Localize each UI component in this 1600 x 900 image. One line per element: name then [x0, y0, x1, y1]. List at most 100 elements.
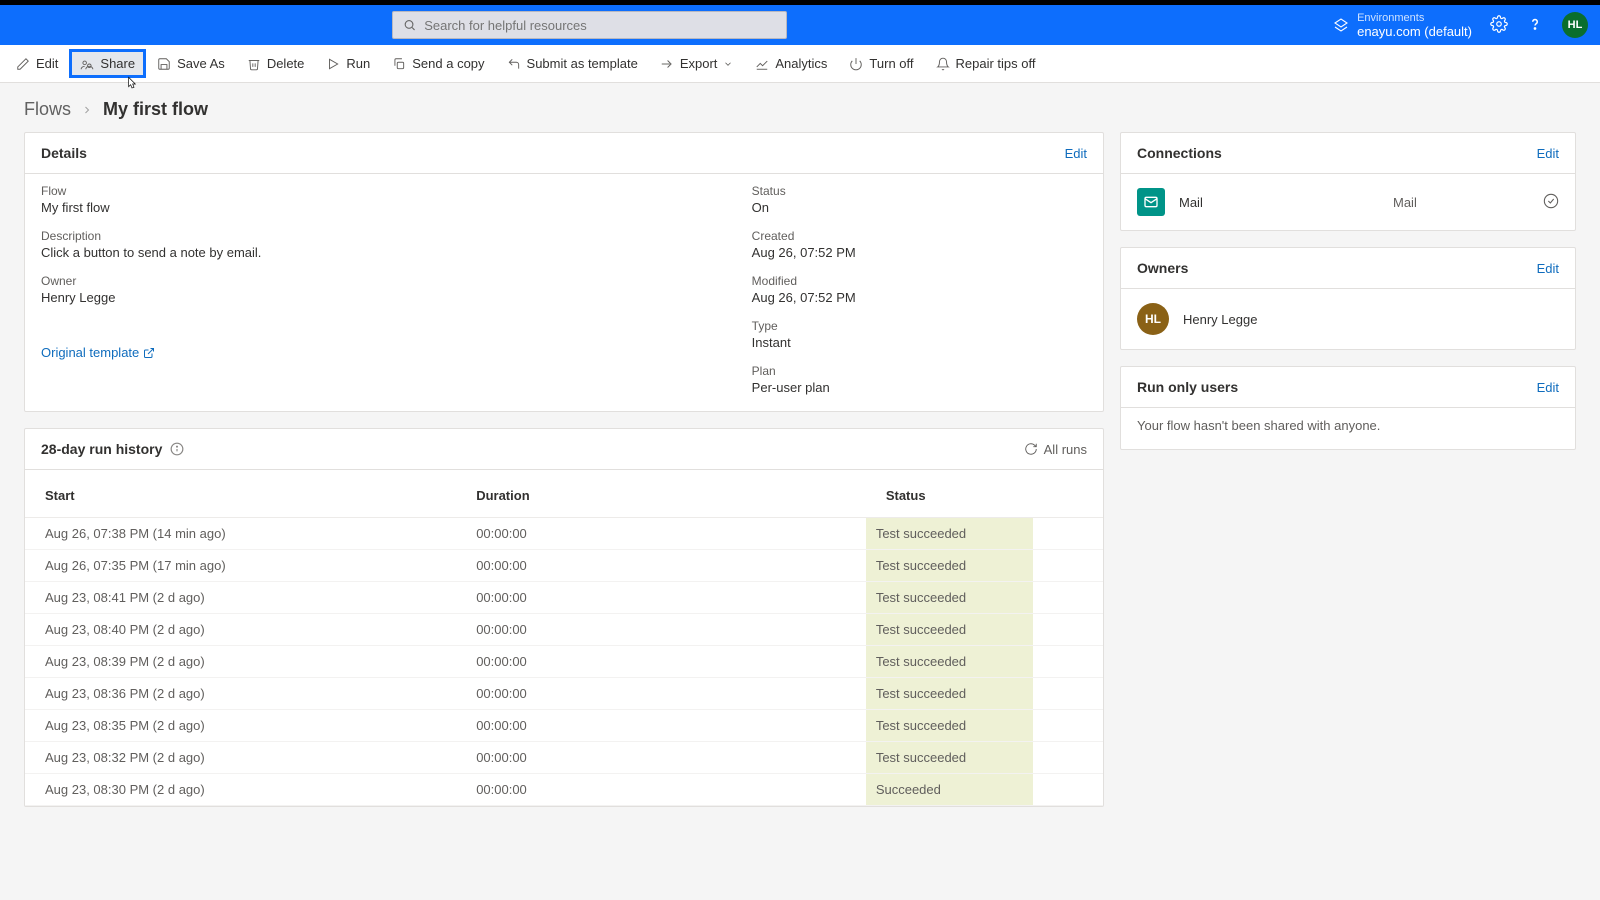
table-row[interactable]: Aug 23, 08:30 PM (2 d ago)00:00:00Succee… [25, 774, 1103, 806]
run-start: Aug 23, 08:40 PM (2 d ago) [25, 614, 456, 646]
run-duration: 00:00:00 [456, 678, 866, 710]
run-only-edit-link[interactable]: Edit [1537, 380, 1559, 395]
original-template-link[interactable]: Original template [41, 345, 712, 360]
col-start[interactable]: Start [25, 470, 456, 518]
table-row[interactable]: Aug 23, 08:32 PM (2 d ago)00:00:00Test s… [25, 742, 1103, 774]
table-row[interactable]: Aug 26, 07:35 PM (17 min ago)00:00:00Tes… [25, 550, 1103, 582]
run-start: Aug 23, 08:39 PM (2 d ago) [25, 646, 456, 678]
run-status: Test succeeded [866, 550, 1103, 582]
chevron-right-icon [81, 104, 93, 116]
run-only-users-card: Run only users Edit Your flow hasn't bee… [1120, 366, 1576, 450]
all-runs-link[interactable]: All runs [1024, 442, 1087, 457]
run-duration: 00:00:00 [456, 774, 866, 806]
play-icon [326, 57, 340, 71]
run-start: Aug 23, 08:30 PM (2 d ago) [25, 774, 456, 806]
owner-row[interactable]: HL Henry Legge [1121, 289, 1575, 349]
owners-card: Owners Edit HL Henry Legge [1120, 247, 1576, 350]
table-row[interactable]: Aug 26, 07:38 PM (14 min ago)00:00:00Tes… [25, 518, 1103, 550]
chevron-down-icon [723, 59, 733, 69]
table-row[interactable]: Aug 23, 08:39 PM (2 d ago)00:00:00Test s… [25, 646, 1103, 678]
settings-icon[interactable] [1490, 15, 1508, 36]
table-row[interactable]: Aug 23, 08:36 PM (2 d ago)00:00:00Test s… [25, 678, 1103, 710]
run-history-title: 28-day run history [41, 441, 162, 457]
run-duration: 00:00:00 [456, 582, 866, 614]
cmd-label: Save As [177, 56, 225, 71]
analytics-button[interactable]: Analytics [747, 52, 835, 75]
run-duration: 00:00:00 [456, 550, 866, 582]
user-avatar[interactable]: HL [1562, 12, 1588, 38]
owners-title: Owners [1137, 260, 1188, 276]
top-navbar: Environments enayu.com (default) HL [0, 5, 1600, 45]
owner-label: Owner [41, 274, 712, 288]
cmd-label: Turn off [869, 56, 913, 71]
breadcrumb-root[interactable]: Flows [24, 99, 71, 120]
refresh-icon [1024, 442, 1038, 456]
run-duration: 00:00:00 [456, 742, 866, 774]
cmd-label: Share [100, 56, 135, 71]
table-row[interactable]: Aug 23, 08:41 PM (2 d ago)00:00:00Test s… [25, 582, 1103, 614]
run-history-card: 28-day run history All runs Start Durati… [24, 428, 1104, 807]
mail-icon [1137, 188, 1165, 216]
cmd-label: Submit as template [527, 56, 638, 71]
table-row[interactable]: Aug 23, 08:35 PM (2 d ago)00:00:00Test s… [25, 710, 1103, 742]
share-button[interactable]: Share [72, 52, 143, 75]
turn-off-button[interactable]: Turn off [841, 52, 921, 75]
created-label: Created [752, 229, 1087, 243]
status-label: Status [752, 184, 1087, 198]
owner-avatar: HL [1137, 303, 1169, 335]
command-bar: Edit Share Save As Delete Run Send a cop… [0, 45, 1600, 83]
run-status: Test succeeded [866, 582, 1103, 614]
type-label: Type [752, 319, 1087, 333]
connection-name: Mail [1179, 195, 1379, 210]
original-template-label: Original template [41, 345, 139, 360]
owners-edit-link[interactable]: Edit [1537, 261, 1559, 276]
run-button[interactable]: Run [318, 52, 378, 75]
col-duration[interactable]: Duration [456, 470, 866, 518]
delete-button[interactable]: Delete [239, 52, 313, 75]
cmd-label: Run [346, 56, 370, 71]
connection-row[interactable]: Mail Mail [1121, 174, 1575, 230]
type-value: Instant [752, 335, 1087, 350]
connections-card: Connections Edit Mail Mail [1120, 132, 1576, 231]
share-icon [80, 57, 94, 71]
help-icon[interactable] [1526, 15, 1544, 36]
repair-tips-button[interactable]: Repair tips off [928, 52, 1044, 75]
search-input[interactable] [424, 18, 776, 33]
submit-template-button[interactable]: Submit as template [499, 52, 646, 75]
edit-icon [16, 57, 30, 71]
connections-edit-link[interactable]: Edit [1537, 146, 1559, 161]
flow-label: Flow [41, 184, 712, 198]
export-button[interactable]: Export [652, 52, 742, 75]
plan-label: Plan [752, 364, 1087, 378]
run-status: Test succeeded [866, 646, 1103, 678]
run-start: Aug 23, 08:36 PM (2 d ago) [25, 678, 456, 710]
details-title: Details [41, 145, 87, 161]
trash-icon [247, 57, 261, 71]
cmd-label: Repair tips off [956, 56, 1036, 71]
run-start: Aug 23, 08:32 PM (2 d ago) [25, 742, 456, 774]
environment-picker[interactable]: Environments enayu.com (default) [1333, 12, 1472, 39]
save-as-button[interactable]: Save As [149, 52, 233, 75]
run-only-title: Run only users [1137, 379, 1238, 395]
run-history-table: Start Duration Status Aug 26, 07:38 PM (… [25, 470, 1103, 806]
breadcrumb-current: My first flow [103, 99, 208, 120]
details-edit-link[interactable]: Edit [1065, 146, 1087, 161]
run-status: Test succeeded [866, 518, 1103, 550]
edit-button[interactable]: Edit [8, 52, 66, 75]
search-box[interactable] [392, 11, 787, 39]
send-copy-button[interactable]: Send a copy [384, 52, 492, 75]
info-icon[interactable] [170, 442, 184, 456]
col-status[interactable]: Status [866, 470, 1103, 518]
owner-name: Henry Legge [1183, 312, 1257, 327]
run-start: Aug 23, 08:41 PM (2 d ago) [25, 582, 456, 614]
bell-icon [936, 57, 950, 71]
run-status: Succeeded [866, 774, 1103, 806]
table-row[interactable]: Aug 23, 08:40 PM (2 d ago)00:00:00Test s… [25, 614, 1103, 646]
copy-icon [392, 57, 406, 71]
all-runs-label: All runs [1044, 442, 1087, 457]
description-label: Description [41, 229, 712, 243]
run-start: Aug 26, 07:38 PM (14 min ago) [25, 518, 456, 550]
check-icon [1543, 193, 1559, 212]
run-only-empty-text: Your flow hasn't been shared with anyone… [1137, 418, 1380, 433]
export-icon [660, 57, 674, 71]
